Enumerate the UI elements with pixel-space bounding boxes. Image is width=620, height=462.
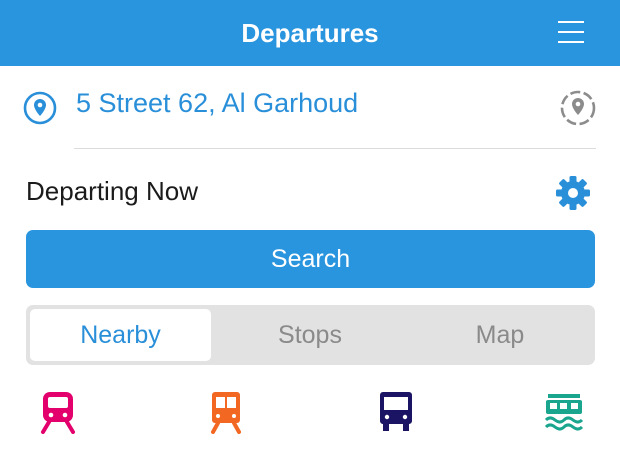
- location-pin-icon: [23, 91, 57, 125]
- ferry-icon[interactable]: [544, 390, 584, 434]
- departure-time-row[interactable]: Departing Now: [0, 166, 620, 222]
- location-row[interactable]: 5 Street 62, Al Garhoud: [0, 66, 620, 150]
- tab-nearby[interactable]: Nearby: [30, 309, 211, 361]
- metro-icon[interactable]: [38, 390, 78, 434]
- gear-icon[interactable]: [554, 174, 592, 212]
- divider: [74, 148, 596, 149]
- hamburger-menu-icon[interactable]: [552, 16, 592, 50]
- tab-map[interactable]: Map: [409, 305, 591, 365]
- locate-me-icon[interactable]: [558, 88, 598, 128]
- tab-stops[interactable]: Stops: [215, 305, 405, 365]
- search-button[interactable]: Search: [26, 230, 595, 288]
- bus-icon[interactable]: [376, 390, 416, 434]
- departure-time-label[interactable]: Departing Now: [26, 176, 198, 207]
- view-tabs: Nearby Stops Map: [26, 305, 595, 365]
- page-title: Departures: [241, 18, 379, 48]
- tram-icon[interactable]: [206, 390, 246, 434]
- app-header: Departures: [0, 0, 620, 66]
- location-text[interactable]: 5 Street 62, Al Garhoud: [76, 88, 358, 119]
